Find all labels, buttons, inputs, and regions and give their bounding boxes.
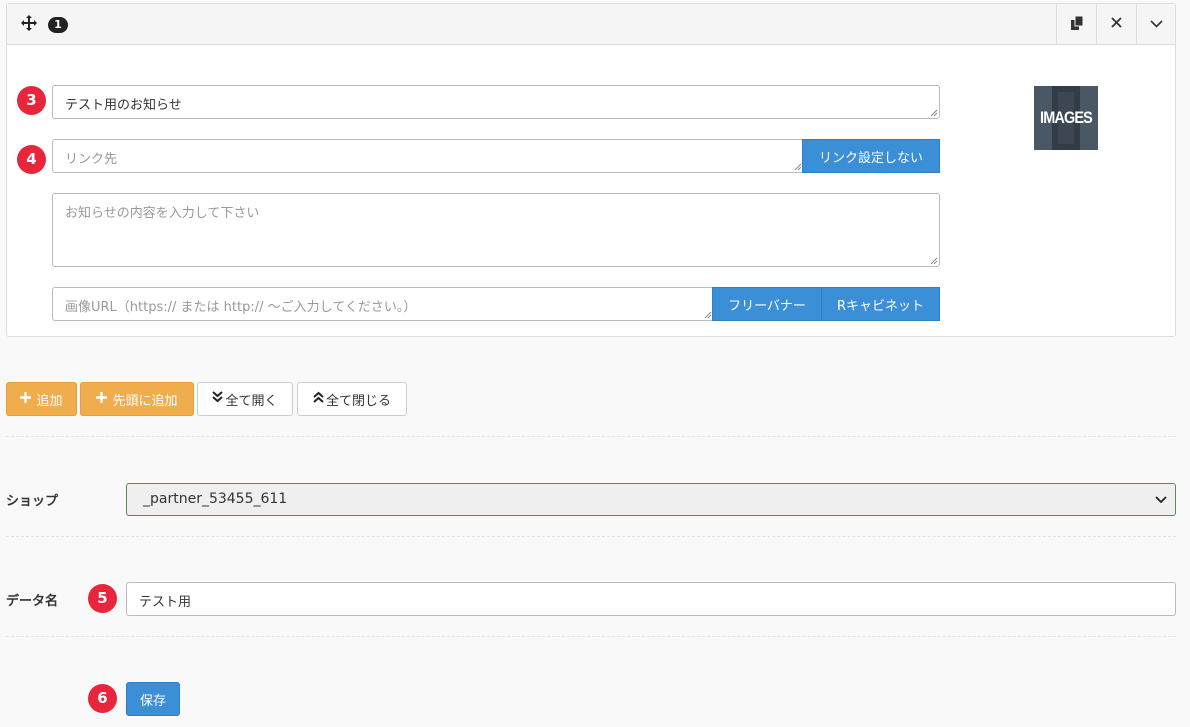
expand-all-button[interactable]: 全て開く [197,382,293,416]
add-to-top-button-label: 先頭に追加 [112,393,178,409]
collapse-all-button[interactable]: 全て閉じる [297,382,407,416]
item-index-badge: 1 [48,17,68,33]
resize-grip-icon[interactable] [704,311,712,319]
no-link-button-label: リンク設定しない [818,150,923,166]
item-panel-header: 1 [7,4,1175,45]
title-input[interactable]: テスト用のお知らせ [52,85,940,119]
annotation-marker-4: 4 [17,145,46,174]
divider [6,636,1176,637]
r-cabinet-button-label: Rキャビネット [836,298,925,314]
copy-button[interactable] [1056,4,1096,45]
image-url-input[interactable]: 画像URL（https:// または http:// ～ご入力してください。） [52,287,714,321]
resize-grip-icon[interactable] [930,109,938,117]
annotation-marker-5: 5 [88,584,117,613]
data-name-input-value: テスト用 [139,595,192,610]
collapse-toggle-button[interactable] [1136,4,1176,45]
link-input[interactable]: リンク先 [52,139,804,173]
plus-icon [20,391,32,407]
resize-grip-icon[interactable] [930,257,938,265]
shop-label: ショップ [6,494,59,509]
thumbnail-text: IMAGES [1040,108,1093,127]
annotation-marker-3: 3 [17,86,46,115]
annotation-marker-6: 6 [88,684,117,713]
remove-button[interactable] [1096,4,1136,45]
data-name-input[interactable]: テスト用 [126,582,1176,616]
add-to-top-button[interactable]: 先頭に追加 [80,382,194,416]
link-input-placeholder: リンク先 [65,152,118,167]
title-input-value: テスト用のお知らせ [65,98,182,113]
r-cabinet-button[interactable]: Rキャビネット [821,287,940,321]
content-placeholder: お知らせの内容を入力して下さい [65,206,260,221]
free-banner-button[interactable]: フリーバナー [712,287,822,321]
data-name-label: データ名 [6,594,59,609]
double-chevron-up-icon [313,391,324,407]
resize-grip-icon[interactable] [794,163,802,171]
close-icon [1111,17,1122,32]
double-chevron-down-icon [212,391,224,407]
save-button[interactable]: 保存 [126,682,180,716]
shop-select-value: _partner_53455_611 [143,491,288,507]
shop-select[interactable]: _partner_53455_611 [126,483,1176,516]
add-button[interactable]: 追加 [6,382,77,416]
collapse-all-button-label: 全て閉じる [325,393,391,409]
divider [6,536,1176,537]
image-thumbnail: IMAGES [1034,86,1098,150]
plus-icon [96,391,108,407]
save-button-label: 保存 [139,693,166,709]
chevron-down-icon [1150,17,1163,32]
image-url-placeholder: 画像URL（https:// または http:// ～ご入力してください。） [65,300,417,315]
chevron-down-icon [1155,496,1167,504]
free-banner-button-label: フリーバナー [728,298,806,314]
add-button-label: 追加 [36,393,63,409]
content-textarea[interactable]: お知らせの内容を入力して下さい [52,193,940,267]
expand-all-button-label: 全て開く [225,393,278,409]
copy-icon [1070,15,1084,34]
divider [6,436,1176,437]
move-icon[interactable] [21,15,37,31]
no-link-button[interactable]: リンク設定しない [802,139,940,173]
